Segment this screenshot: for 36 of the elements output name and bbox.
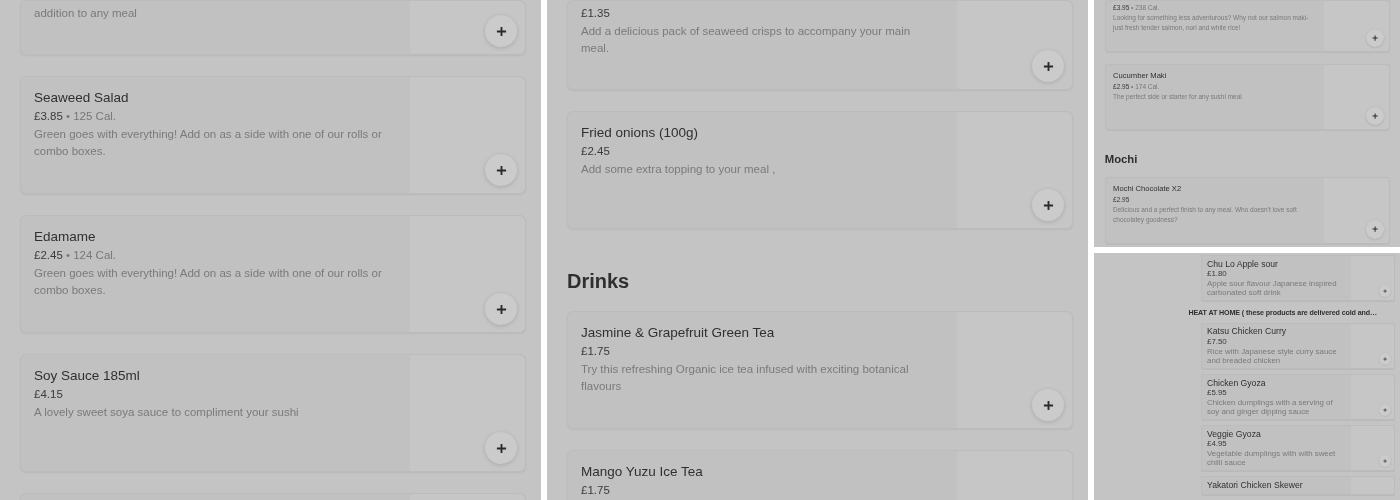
item-description: Green goes with everything! Add on as a side with one of our rolls or combo boxes.	[34, 266, 383, 298]
item-name: Chicken Gyoza	[1207, 378, 1267, 389]
item-price: £2.45	[34, 249, 63, 261]
item-name: Fried onions (100g)	[581, 124, 700, 142]
item-name: Katsu Chicken Curry	[1207, 327, 1288, 338]
item-name: Yakatori Chicken Skewer	[1207, 481, 1304, 491]
item-description: addition to any meal	[34, 6, 138, 21]
item-description: Vegetable dumplings with with sweet chilli sauce	[1207, 449, 1337, 468]
item-description: Try this refreshing Organic ice tea infused with exciting botanical flavours	[581, 362, 910, 394]
item-price: £1.35	[581, 7, 610, 19]
item-calories: • 124 Cal.	[64, 249, 117, 261]
section-heading: Drinks	[567, 269, 630, 294]
item-price: £4.15	[34, 388, 63, 400]
item-name: Veggie Gyoza	[1207, 429, 1262, 440]
item-price: £1.75	[581, 484, 610, 496]
item-price: £7.50	[1207, 336, 1227, 346]
item-name: Mango Yuzu Ice Tea	[581, 463, 704, 481]
item-name: Cucumber Maki	[1113, 71, 1168, 82]
item-price: £5.95	[1207, 387, 1227, 397]
item-description: Green goes with everything! Add on as a side with one of our rolls or combo boxes.	[34, 127, 383, 159]
item-price: £2.45	[581, 145, 610, 157]
item-price: £1.75	[581, 345, 610, 357]
item-description: Add a delicious pack of seaweed crisps to accompany your main meal.	[581, 24, 912, 56]
item-calories: • 125 Cal.	[64, 110, 117, 122]
section-heading: Mochi	[1104, 151, 1138, 167]
item-name: Edamame	[34, 228, 97, 246]
item-price: £1.80	[1207, 268, 1227, 278]
item-price: £4.95	[1207, 439, 1227, 448]
item-name: Jasmine & Grapefruit Green Tea	[581, 324, 776, 342]
item-name: Soy Sauce 185ml	[34, 367, 141, 385]
item-price: £3.85	[34, 110, 63, 122]
item-name: Chu Lo Apple sour	[1207, 259, 1279, 270]
item-name: Seaweed Salad	[34, 89, 130, 107]
item-name: Mochi Chocolate X2	[1113, 184, 1183, 195]
item-description: A lovely sweet soya sauce to compliment your sushi	[34, 405, 300, 420]
item-description: Add some extra topping to your meal ,	[581, 162, 777, 177]
